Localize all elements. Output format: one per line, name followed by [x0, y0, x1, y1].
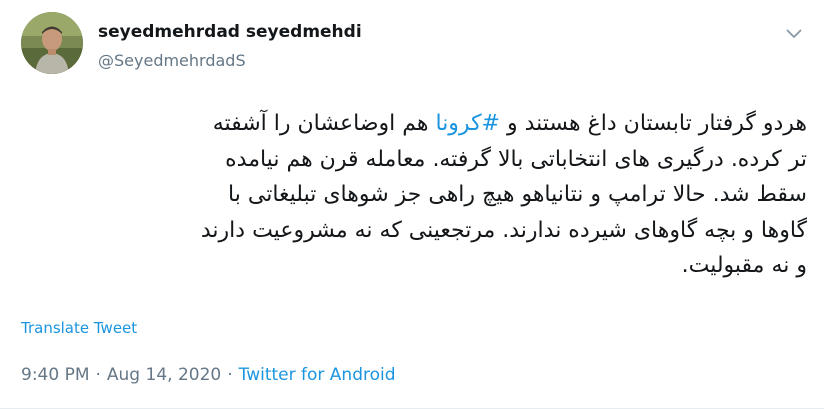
chevron-down-icon	[786, 29, 802, 38]
hashtag-link[interactable]: #کرونا	[435, 111, 500, 136]
more-options-button[interactable]	[780, 20, 808, 48]
tweet-metadata: 9:40 PM · Aug 14, 2020 · Twitter for Android	[21, 365, 396, 385]
tweet-text-before-hashtag: هردو گرفتار تابستان داغ هستند و	[499, 111, 807, 136]
tweet-source-link[interactable]: Twitter for Android	[239, 365, 396, 385]
separator-dot: ·	[95, 365, 101, 385]
avatar-image	[21, 12, 83, 74]
tweet-text-after-hashtag: هم اوضاعشان را آشفته تر کرده. درگیری های…	[200, 111, 807, 278]
translate-tweet-link[interactable]: Translate Tweet	[21, 319, 137, 337]
author-display-name[interactable]: seyedmehrdad seyedmehdi	[98, 22, 362, 42]
tweet-text: هردو گرفتار تابستان داغ هستند و #کرونا ه…	[200, 106, 807, 284]
tweet-card: seyedmehrdad seyedmehdi @SeyedmehrdadS ه…	[0, 0, 824, 409]
separator-dot: ·	[227, 365, 233, 385]
tweet-time[interactable]: 9:40 PM	[21, 365, 90, 385]
author-handle[interactable]: @SeyedmehrdadS	[98, 51, 246, 70]
avatar[interactable]	[21, 12, 83, 74]
tweet-date[interactable]: Aug 14, 2020	[107, 365, 221, 385]
